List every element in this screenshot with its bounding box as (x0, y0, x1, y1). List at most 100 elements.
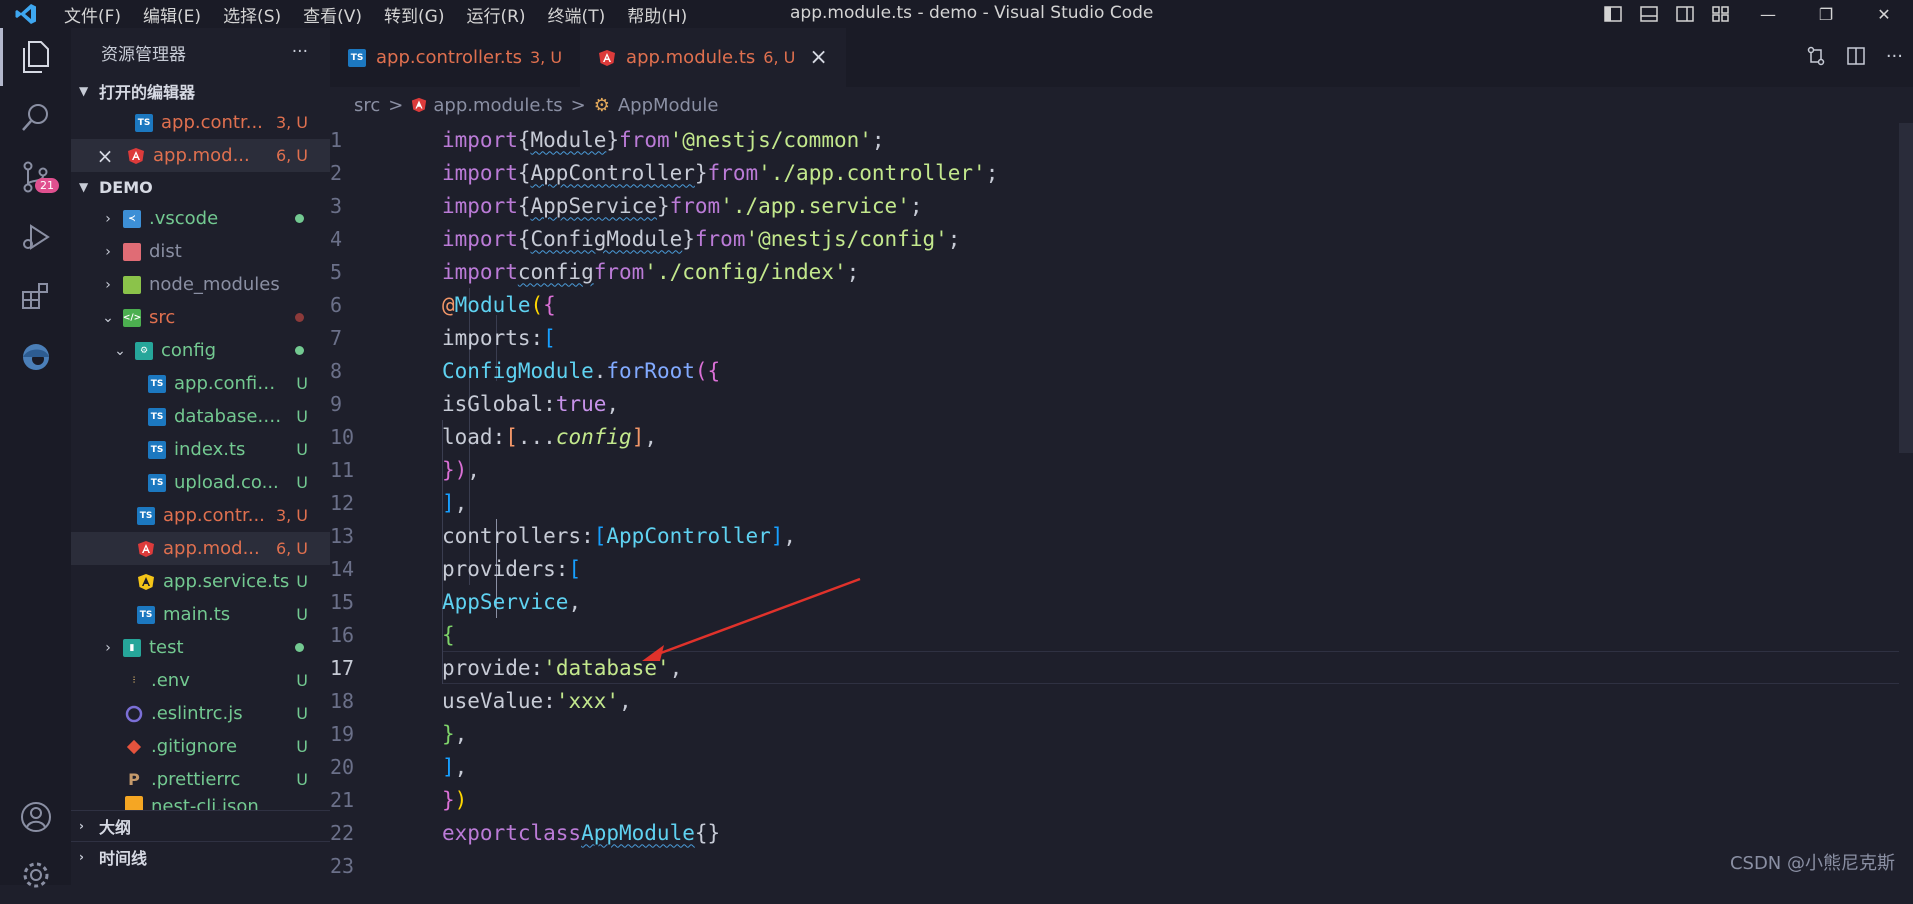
code-editor[interactable]: 1 2 3 4 5 6 7 8 9 10 11 12 13 14 15 16 17 18 19 20 21 22 23 im… (330, 123, 1913, 885)
close-window-icon[interactable]: ✕ (1855, 5, 1913, 24)
file-status: 3, U (275, 506, 308, 525)
breadcrumb-symbol[interactable]: AppModule (618, 95, 719, 116)
code-line: ], (442, 754, 468, 779)
window-title: app.module.ts - demo - Visual Studio Cod… (790, 3, 1154, 23)
chevron-right-icon: › (79, 819, 84, 833)
toggle-panel-icon[interactable] (1631, 6, 1667, 22)
tree-file[interactable]: TS upload.co... U (71, 466, 330, 499)
line-number: 4 (330, 226, 343, 251)
code-line: import { AppController } from './app.con… (442, 160, 999, 185)
file-status: U (296, 704, 308, 723)
angular-file-icon (137, 540, 155, 558)
open-editor-item[interactable]: TS app.contr... 3, U (71, 106, 330, 139)
tree-file[interactable]: P .prettierrc U (71, 763, 330, 796)
file-label: database.c... (174, 406, 284, 427)
code-line: ConfigModule. forRoot({ (442, 358, 721, 383)
search-icon[interactable] (0, 88, 71, 146)
toggle-primary-sidebar-icon[interactable] (1595, 6, 1631, 22)
typescript-file-icon: TS (137, 605, 155, 624)
tree-folder-src[interactable]: ⌄ </> src (71, 301, 330, 334)
code-line: providers: [ (442, 556, 582, 581)
tree-file[interactable]: TS database.c... U (71, 400, 330, 433)
tree-folder-vscode[interactable]: › ≺ .vscode (71, 202, 330, 235)
menu-run[interactable]: 运行(R) (466, 2, 525, 27)
split-editor-icon[interactable] (1846, 46, 1866, 71)
dist-folder-icon (123, 242, 141, 261)
edge-devtools-icon[interactable] (0, 328, 71, 386)
minimize-icon[interactable]: — (1739, 5, 1797, 24)
tree-folder-node-modules[interactable]: › node_modules (71, 268, 330, 301)
menu-selection[interactable]: 选择(S) (223, 2, 281, 27)
menu-file[interactable]: 文件(F) (64, 2, 121, 27)
tree-file[interactable]: .eslintrc.js U (71, 697, 330, 730)
settings-gear-icon[interactable] (0, 846, 71, 904)
close-tab-icon[interactable]: × (809, 45, 827, 70)
vscode-folder-icon: ≺ (123, 209, 141, 228)
tab-label: app.module.ts (626, 47, 756, 68)
file-status: U (296, 374, 308, 393)
tree-folder-config[interactable]: ⌄ ⚙ config (71, 334, 330, 367)
tree-file[interactable]: TS app.config... U (71, 367, 330, 400)
node-folder-icon (123, 275, 141, 294)
menu-terminal[interactable]: 终端(T) (548, 2, 606, 27)
open-editor-item-active[interactable]: × app.mod... 6, U (71, 139, 330, 172)
tree-file[interactable]: TS main.ts U (71, 598, 330, 631)
chevron-right-icon: › (105, 639, 111, 656)
file-status: U (296, 671, 308, 690)
env-file-icon: ⫶ (132, 675, 136, 686)
tree-folder-test[interactable]: › ▮ test (71, 631, 330, 664)
demo-section[interactable]: ▼ DEMO (71, 172, 330, 202)
customize-layout-icon[interactable] (1703, 6, 1739, 22)
typescript-file-icon: TS (148, 473, 166, 492)
code-line: @ Module({ (442, 292, 556, 317)
scrollbar-thumb[interactable] (1899, 123, 1913, 453)
tab-app-controller[interactable]: TS app.controller.ts 3, U (330, 28, 580, 87)
extensions-icon[interactable] (0, 268, 71, 326)
tree-file[interactable]: TS index.ts U (71, 433, 330, 466)
accounts-icon[interactable] (0, 788, 71, 846)
file-status: 3, U (275, 113, 308, 132)
timeline-section[interactable]: › 时间线 (71, 841, 330, 871)
file-label: nest-cli.json (151, 796, 259, 810)
file-status: U (296, 737, 308, 756)
menu-view[interactable]: 查看(V) (303, 2, 362, 27)
tab-app-module[interactable]: app.module.ts 6, U × (580, 28, 846, 87)
menu-help[interactable]: 帮助(H) (627, 2, 687, 27)
breadcrumb-file[interactable]: app.module.ts (433, 95, 562, 116)
more-actions-icon[interactable]: ··· (1886, 46, 1903, 71)
angular-service-icon (137, 573, 155, 591)
tree-file-active[interactable]: app.mod... 6, U (71, 532, 330, 565)
tree-file[interactable]: TS app.contr... 3, U (71, 499, 330, 532)
explorer-icon[interactable] (0, 28, 71, 86)
more-actions-icon[interactable]: ··· (292, 42, 308, 62)
editor-scrollbar[interactable] (1899, 123, 1913, 885)
code-line: imports: [ (442, 325, 556, 350)
restore-icon[interactable]: ❐ (1797, 5, 1855, 24)
breadcrumb-src[interactable]: src (354, 95, 380, 116)
folder-label: node_modules (149, 274, 280, 295)
code-line: controllers: [AppController], (442, 523, 797, 548)
run-debug-icon[interactable] (0, 208, 71, 266)
toggle-secondary-sidebar-icon[interactable] (1667, 6, 1703, 22)
outline-section[interactable]: › 大纲 (71, 810, 330, 841)
file-label: upload.co... (174, 472, 279, 493)
tree-file[interactable]: nest-cli.json (71, 796, 330, 810)
close-editor-icon[interactable]: × (91, 144, 119, 168)
chevron-right-icon: › (105, 243, 111, 260)
tree-file[interactable]: ⫶ .env U (71, 664, 330, 697)
watermark: CSDN @小熊尼克斯 (1729, 853, 1895, 874)
menu-bar: 文件(F) 编辑(E) 选择(S) 查看(V) 转到(G) 运行(R) 终端(T… (64, 2, 709, 27)
menu-go[interactable]: 转到(G) (384, 2, 444, 27)
folder-label: config (161, 340, 217, 361)
source-control-icon[interactable]: 21 (0, 148, 71, 206)
code-line: }), (442, 457, 480, 482)
menu-edit[interactable]: 编辑(E) (143, 2, 201, 27)
config-folder-icon: ⚙ (135, 341, 153, 360)
open-changes-icon[interactable] (1806, 46, 1826, 71)
tree-folder-dist[interactable]: › dist (71, 235, 330, 268)
file-status: U (296, 605, 308, 624)
tree-file[interactable]: .gitignore U (71, 730, 330, 763)
window-controls: — ❐ ✕ (1595, 0, 1913, 28)
open-editors-section[interactable]: ▼ 打开的编辑器 (71, 76, 330, 106)
tree-file[interactable]: app.service.ts U (71, 565, 330, 598)
